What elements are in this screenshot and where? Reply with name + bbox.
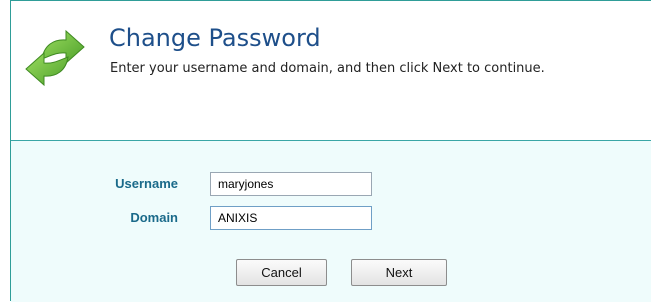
next-button[interactable]: Next bbox=[351, 259, 447, 286]
username-label: Username bbox=[115, 176, 178, 191]
cancel-button[interactable]: Cancel bbox=[236, 259, 327, 286]
green-refresh-arrows-icon bbox=[22, 25, 88, 91]
domain-label: Domain bbox=[130, 210, 178, 225]
page-title: Change Password bbox=[109, 24, 321, 52]
dialog-header: Change Password Enter your username and … bbox=[11, 1, 651, 141]
page-subtitle: Enter your username and domain, and then… bbox=[110, 61, 545, 76]
domain-field[interactable] bbox=[210, 206, 372, 230]
change-password-dialog: Change Password Enter your username and … bbox=[10, 0, 651, 302]
username-field[interactable] bbox=[210, 172, 372, 196]
form-area: Username Domain Cancel Next bbox=[11, 141, 651, 302]
